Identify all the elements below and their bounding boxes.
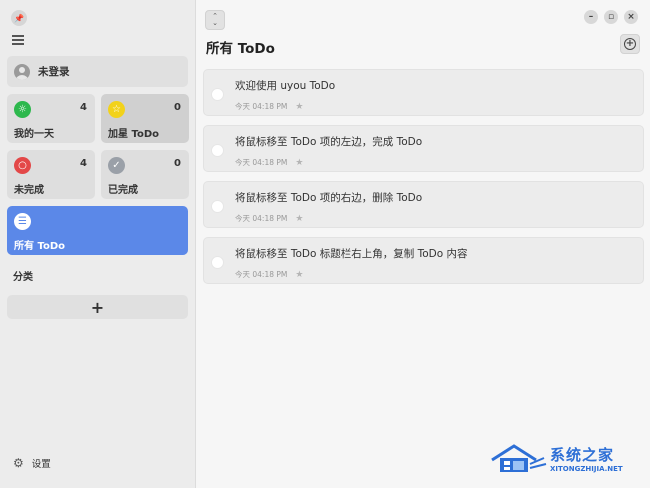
- category-heading: 分类: [13, 272, 33, 283]
- list-icon: ☰: [14, 213, 31, 230]
- list-count: 4: [80, 102, 87, 113]
- todo-item[interactable]: 将鼠标移至 ToDo 项的右边，删除 ToDo 今天 04:18 PM ★: [203, 181, 644, 228]
- star-icon[interactable]: ★: [295, 214, 303, 224]
- complete-checkbox[interactable]: [211, 144, 224, 157]
- sort-button[interactable]: ⌃ ⌄: [205, 10, 225, 30]
- chevron-down-icon: ⌄: [212, 19, 218, 27]
- maximize-button[interactable]: ▫: [604, 10, 618, 24]
- todo-time: 今天 04:18 PM: [235, 102, 288, 111]
- settings-label: 设置: [31, 459, 51, 470]
- login-button[interactable]: 未登录: [7, 56, 188, 87]
- todo-item[interactable]: 欢迎使用 uyou ToDo 今天 04:18 PM ★: [203, 69, 644, 116]
- watermark-logo: 系统之家 XITONGZHIJIA.NET: [488, 440, 623, 476]
- list-incomplete[interactable]: ○ 4 未完成: [7, 150, 95, 199]
- star-icon[interactable]: ★: [295, 158, 303, 168]
- list-label: 未完成: [14, 185, 44, 196]
- circle-icon: ○: [14, 157, 31, 174]
- main-panel: ⌃ ⌄ – ▫ × 所有 ToDo + 欢迎使用 uyou ToDo 今天 04…: [196, 0, 650, 488]
- list-starred[interactable]: ☆ 0 加星 ToDo: [101, 94, 189, 143]
- add-todo-button[interactable]: +: [620, 34, 640, 54]
- watermark-subtitle: XITONGZHIJIA.NET: [550, 464, 623, 473]
- watermark-title: 系统之家: [550, 445, 615, 464]
- sidebar: 📌 未登录 ☼ 4 我的一天 ☆ 0 加星 ToDo ○ 4 未完成 ✓ 0 已…: [0, 0, 196, 488]
- list-label: 加星 ToDo: [108, 129, 160, 140]
- todo-text: 将鼠标移至 ToDo 项的右边，删除 ToDo: [235, 192, 423, 204]
- add-category-button[interactable]: +: [7, 295, 188, 319]
- todo-text: 欢迎使用 uyou ToDo: [235, 80, 336, 92]
- list-label: 我的一天: [14, 129, 54, 140]
- star-icon[interactable]: ★: [295, 270, 303, 280]
- todo-time: 今天 04:18 PM: [235, 214, 288, 223]
- todo-item[interactable]: 将鼠标移至 ToDo 标题栏右上角，复制 ToDo 内容 今天 04:18 PM…: [203, 237, 644, 284]
- list-count: 0: [174, 158, 181, 169]
- list-my-day[interactable]: ☼ 4 我的一天: [7, 94, 95, 143]
- list-completed[interactable]: ✓ 0 已完成: [101, 150, 189, 199]
- minimize-button[interactable]: –: [584, 10, 598, 24]
- star-icon[interactable]: ★: [295, 102, 303, 112]
- star-icon: ☆: [108, 101, 125, 118]
- house-logo-icon: [491, 444, 547, 472]
- check-icon: ✓: [108, 157, 125, 174]
- login-label: 未登录: [38, 66, 70, 78]
- settings-button[interactable]: ⚙ 设置: [13, 456, 51, 470]
- pin-icon[interactable]: 📌: [11, 10, 27, 26]
- list-count: 0: [174, 102, 181, 113]
- gear-icon: ⚙: [13, 456, 24, 470]
- page-title: 所有 ToDo: [206, 41, 275, 57]
- list-label: 已完成: [108, 185, 138, 196]
- todo-text: 将鼠标移至 ToDo 项的左边，完成 ToDo: [235, 136, 423, 148]
- menu-icon[interactable]: [12, 35, 24, 45]
- list-label: 所有 ToDo: [14, 241, 66, 252]
- plus-circle-icon: +: [624, 38, 636, 50]
- todo-item[interactable]: 将鼠标移至 ToDo 项的左边，完成 ToDo 今天 04:18 PM ★: [203, 125, 644, 172]
- list-all-todo[interactable]: ☰ 所有 ToDo: [7, 206, 188, 255]
- complete-checkbox[interactable]: [211, 256, 224, 269]
- list-count: 4: [80, 158, 87, 169]
- complete-checkbox[interactable]: [211, 88, 224, 101]
- todo-time: 今天 04:18 PM: [235, 158, 288, 167]
- sun-icon: ☼: [14, 101, 31, 118]
- user-avatar-icon: [14, 63, 30, 80]
- close-button[interactable]: ×: [624, 10, 638, 24]
- todo-text: 将鼠标移至 ToDo 标题栏右上角，复制 ToDo 内容: [235, 248, 468, 260]
- complete-checkbox[interactable]: [211, 200, 224, 213]
- todo-time: 今天 04:18 PM: [235, 270, 288, 279]
